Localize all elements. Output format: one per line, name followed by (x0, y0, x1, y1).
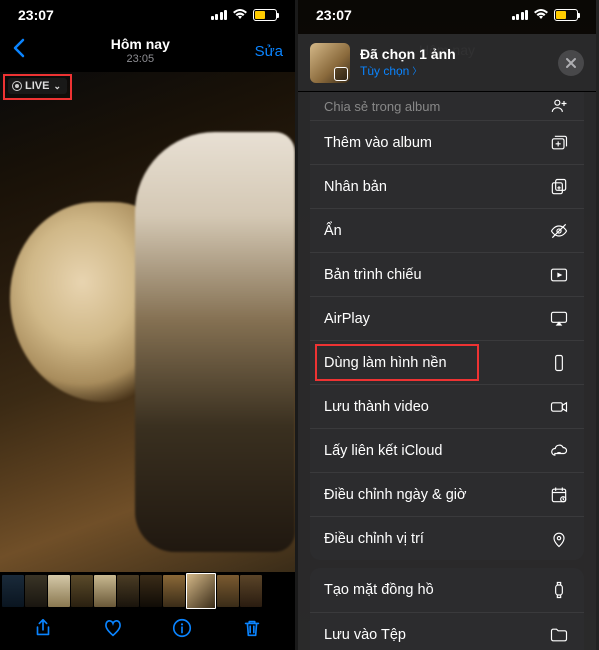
calendar-icon (548, 485, 570, 505)
action-video[interactable]: Lưu thành video (310, 384, 584, 428)
photo-detail-screen: 23:07 Hôm nay 23:05 Sửa LIVE ⌄ (0, 0, 298, 650)
action-folder[interactable]: Lưu vào Tệp (310, 612, 584, 650)
wifi-icon (533, 7, 549, 23)
action-label: Thêm vào album (324, 135, 432, 151)
duplicate-icon (548, 177, 570, 197)
status-indicators (512, 7, 579, 23)
action-label: AirPlay (324, 311, 370, 327)
sheet-header-text: Đã chọn 1 ảnh Tùy chọn 〉 (360, 46, 456, 80)
share-sheet-header: Đã chọn 1 ảnh Tùy chọn 〉 (298, 34, 596, 92)
status-bar: 23:07 (298, 0, 596, 30)
live-icon (12, 81, 22, 91)
close-icon (565, 57, 577, 69)
action-pin[interactable]: Điều chỉnh vị trí (310, 516, 584, 560)
thumbnail-strip[interactable] (0, 572, 295, 610)
favorite-button[interactable] (102, 617, 124, 644)
action-eye-slash[interactable]: Ẩn (310, 208, 584, 252)
thumbnail[interactable] (94, 575, 116, 607)
edit-button[interactable]: Sửa (255, 43, 283, 60)
share-sheet-body[interactable]: Chia sẻ trong album Thêm vào album Nhân bả… (298, 92, 596, 650)
battery-fill (556, 11, 566, 19)
action-label: Lưu vào Tệp (324, 627, 406, 643)
person-plus-icon (548, 96, 570, 116)
phone-rect-icon (548, 353, 570, 373)
close-button[interactable] (558, 50, 584, 76)
cellular-signal-icon (512, 10, 529, 20)
cloud-link-icon (548, 441, 570, 461)
selection-count-label: Đã chọn 1 ảnh (360, 46, 456, 62)
action-airplay[interactable]: AirPlay (310, 296, 584, 340)
action-play-rect[interactable]: Bản trình chiếu (310, 252, 584, 296)
watch-icon (548, 580, 570, 600)
header-title: Hôm nay (111, 37, 170, 52)
thumbnail[interactable] (71, 575, 93, 607)
chevron-right-icon: 〉 (412, 64, 421, 77)
thumbnail[interactable] (48, 575, 70, 607)
options-button[interactable]: Tùy chọn 〉 (360, 64, 421, 78)
action-label: Điều chỉnh vị trí (324, 531, 424, 547)
thumbnail[interactable] (2, 575, 24, 607)
trash-button[interactable] (241, 617, 263, 644)
action-duplicate[interactable]: Nhân bản (310, 164, 584, 208)
action-label: Chia sẻ trong album (324, 99, 440, 114)
action-label: Lưu thành video (324, 399, 429, 415)
share-sheet-screen: 23:07 Hôm nay Đã chọn 1 ảnh Tùy chọn 〉 (298, 0, 596, 650)
action-label: Nhân bản (324, 179, 387, 195)
status-indicators (211, 7, 278, 23)
action-phone-rect[interactable]: Dùng làm hình nền (310, 340, 584, 384)
battery-icon (554, 9, 578, 21)
video-icon (548, 397, 570, 417)
action-label: Tạo mặt đồng hồ (324, 582, 434, 598)
header-center: Hôm nay 23:05 (111, 37, 170, 64)
eye-slash-icon (548, 221, 570, 241)
status-bar: 23:07 (0, 0, 295, 30)
battery-fill (255, 11, 265, 19)
folder-icon (548, 625, 570, 645)
play-rect-icon (548, 265, 570, 285)
photo-header: Hôm nay 23:05 Sửa (0, 30, 295, 72)
photo-viewport[interactable]: LIVE ⌄ (0, 72, 295, 572)
airplay-icon (548, 309, 570, 329)
action-group-2: Tạo mặt đồng hồLưu vào TệpĐặt cho liên h… (310, 568, 584, 650)
info-button[interactable] (171, 617, 193, 644)
cellular-signal-icon (211, 10, 228, 20)
back-button[interactable] (12, 38, 26, 64)
thumbnail-selected[interactable] (186, 573, 216, 609)
action-person-plus[interactable]: Chia sẻ trong album (310, 92, 584, 120)
options-label: Tùy chọn (360, 64, 409, 78)
live-label: LIVE (25, 80, 49, 92)
selected-photo-thumbnail[interactable] (310, 43, 350, 83)
action-group-1: Chia sẻ trong album Thêm vào album Nhân bả… (310, 92, 584, 560)
thumbnail[interactable] (240, 575, 262, 607)
thumbnail[interactable] (140, 575, 162, 607)
thumbnail[interactable] (117, 575, 139, 607)
action-label: Ẩn (324, 223, 342, 239)
pin-icon (548, 529, 570, 549)
bottom-toolbar (0, 610, 295, 650)
share-button[interactable] (32, 617, 54, 644)
status-time: 23:07 (316, 7, 352, 23)
action-label: Điều chỉnh ngày & giờ (324, 487, 467, 503)
album-add-icon (548, 133, 570, 153)
photo-content (160, 157, 240, 222)
highlight-annotation: LIVE ⌄ (3, 74, 72, 100)
action-label: Bản trình chiếu (324, 267, 422, 283)
header-subtitle: 23:05 (111, 53, 170, 65)
action-watch[interactable]: Tạo mặt đồng hồ (310, 568, 584, 612)
action-label: Dùng làm hình nền (324, 355, 447, 371)
wifi-icon (232, 7, 248, 23)
battery-icon (253, 9, 277, 21)
action-label: Lấy liên kết iCloud (324, 443, 443, 459)
action-cloud-link[interactable]: Lấy liên kết iCloud (310, 428, 584, 472)
status-time: 23:07 (18, 7, 54, 23)
thumbnail[interactable] (25, 575, 47, 607)
live-photo-badge[interactable]: LIVE ⌄ (8, 78, 67, 94)
share-sheet: Đã chọn 1 ảnh Tùy chọn 〉 Chia sẻ trong a… (298, 34, 596, 650)
action-album-add[interactable]: Thêm vào album (310, 120, 584, 164)
action-calendar[interactable]: Điều chỉnh ngày & giờ (310, 472, 584, 516)
thumbnail[interactable] (163, 575, 185, 607)
thumbnail[interactable] (217, 575, 239, 607)
chevron-down-icon: ⌄ (53, 81, 61, 92)
